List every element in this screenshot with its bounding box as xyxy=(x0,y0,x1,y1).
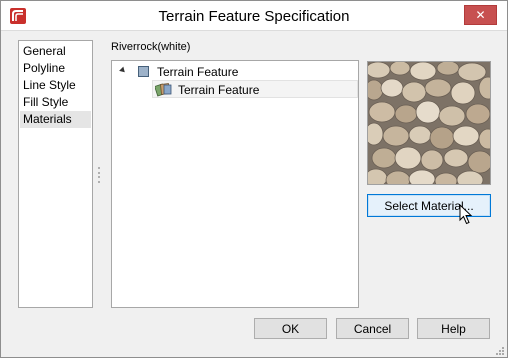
component-tree: Terrain Feature Terrain Feature xyxy=(111,60,359,308)
cancel-button[interactable]: Cancel xyxy=(336,318,409,339)
tree-child-item[interactable]: Terrain Feature xyxy=(152,80,358,98)
nav-item-general[interactable]: General xyxy=(20,43,91,60)
material-preview-image xyxy=(367,61,491,185)
splitter-handle[interactable] xyxy=(98,167,101,183)
ok-button[interactable]: OK xyxy=(254,318,327,339)
resize-grip-icon[interactable] xyxy=(495,345,505,355)
nav-item-materials[interactable]: Materials xyxy=(20,111,91,128)
nav-item-line-style[interactable]: Line Style xyxy=(20,77,91,94)
close-icon: ✕ xyxy=(475,8,486,22)
material-name-label: Riverrock(white) xyxy=(111,41,191,53)
collapse-arrow-icon[interactable] xyxy=(119,66,127,75)
tree-root-label[interactable]: Terrain Feature xyxy=(157,65,238,79)
dialog-window: Terrain Feature Specification ✕ General … xyxy=(0,0,508,358)
category-list: General Polyline Line Style Fill Style M… xyxy=(18,40,93,308)
close-button[interactable]: ✕ xyxy=(464,5,497,25)
title-bar[interactable]: Terrain Feature Specification ✕ xyxy=(1,1,507,31)
window-title: Terrain Feature Specification xyxy=(158,8,350,25)
nav-item-polyline[interactable]: Polyline xyxy=(20,60,91,77)
material-swatches-icon xyxy=(154,82,173,100)
nav-item-fill-style[interactable]: Fill Style xyxy=(20,94,91,111)
tree-child-label: Terrain Feature xyxy=(178,83,260,97)
help-button[interactable]: Help xyxy=(417,318,490,339)
square-node-icon xyxy=(138,66,149,77)
mouse-pointer-icon xyxy=(459,203,473,229)
